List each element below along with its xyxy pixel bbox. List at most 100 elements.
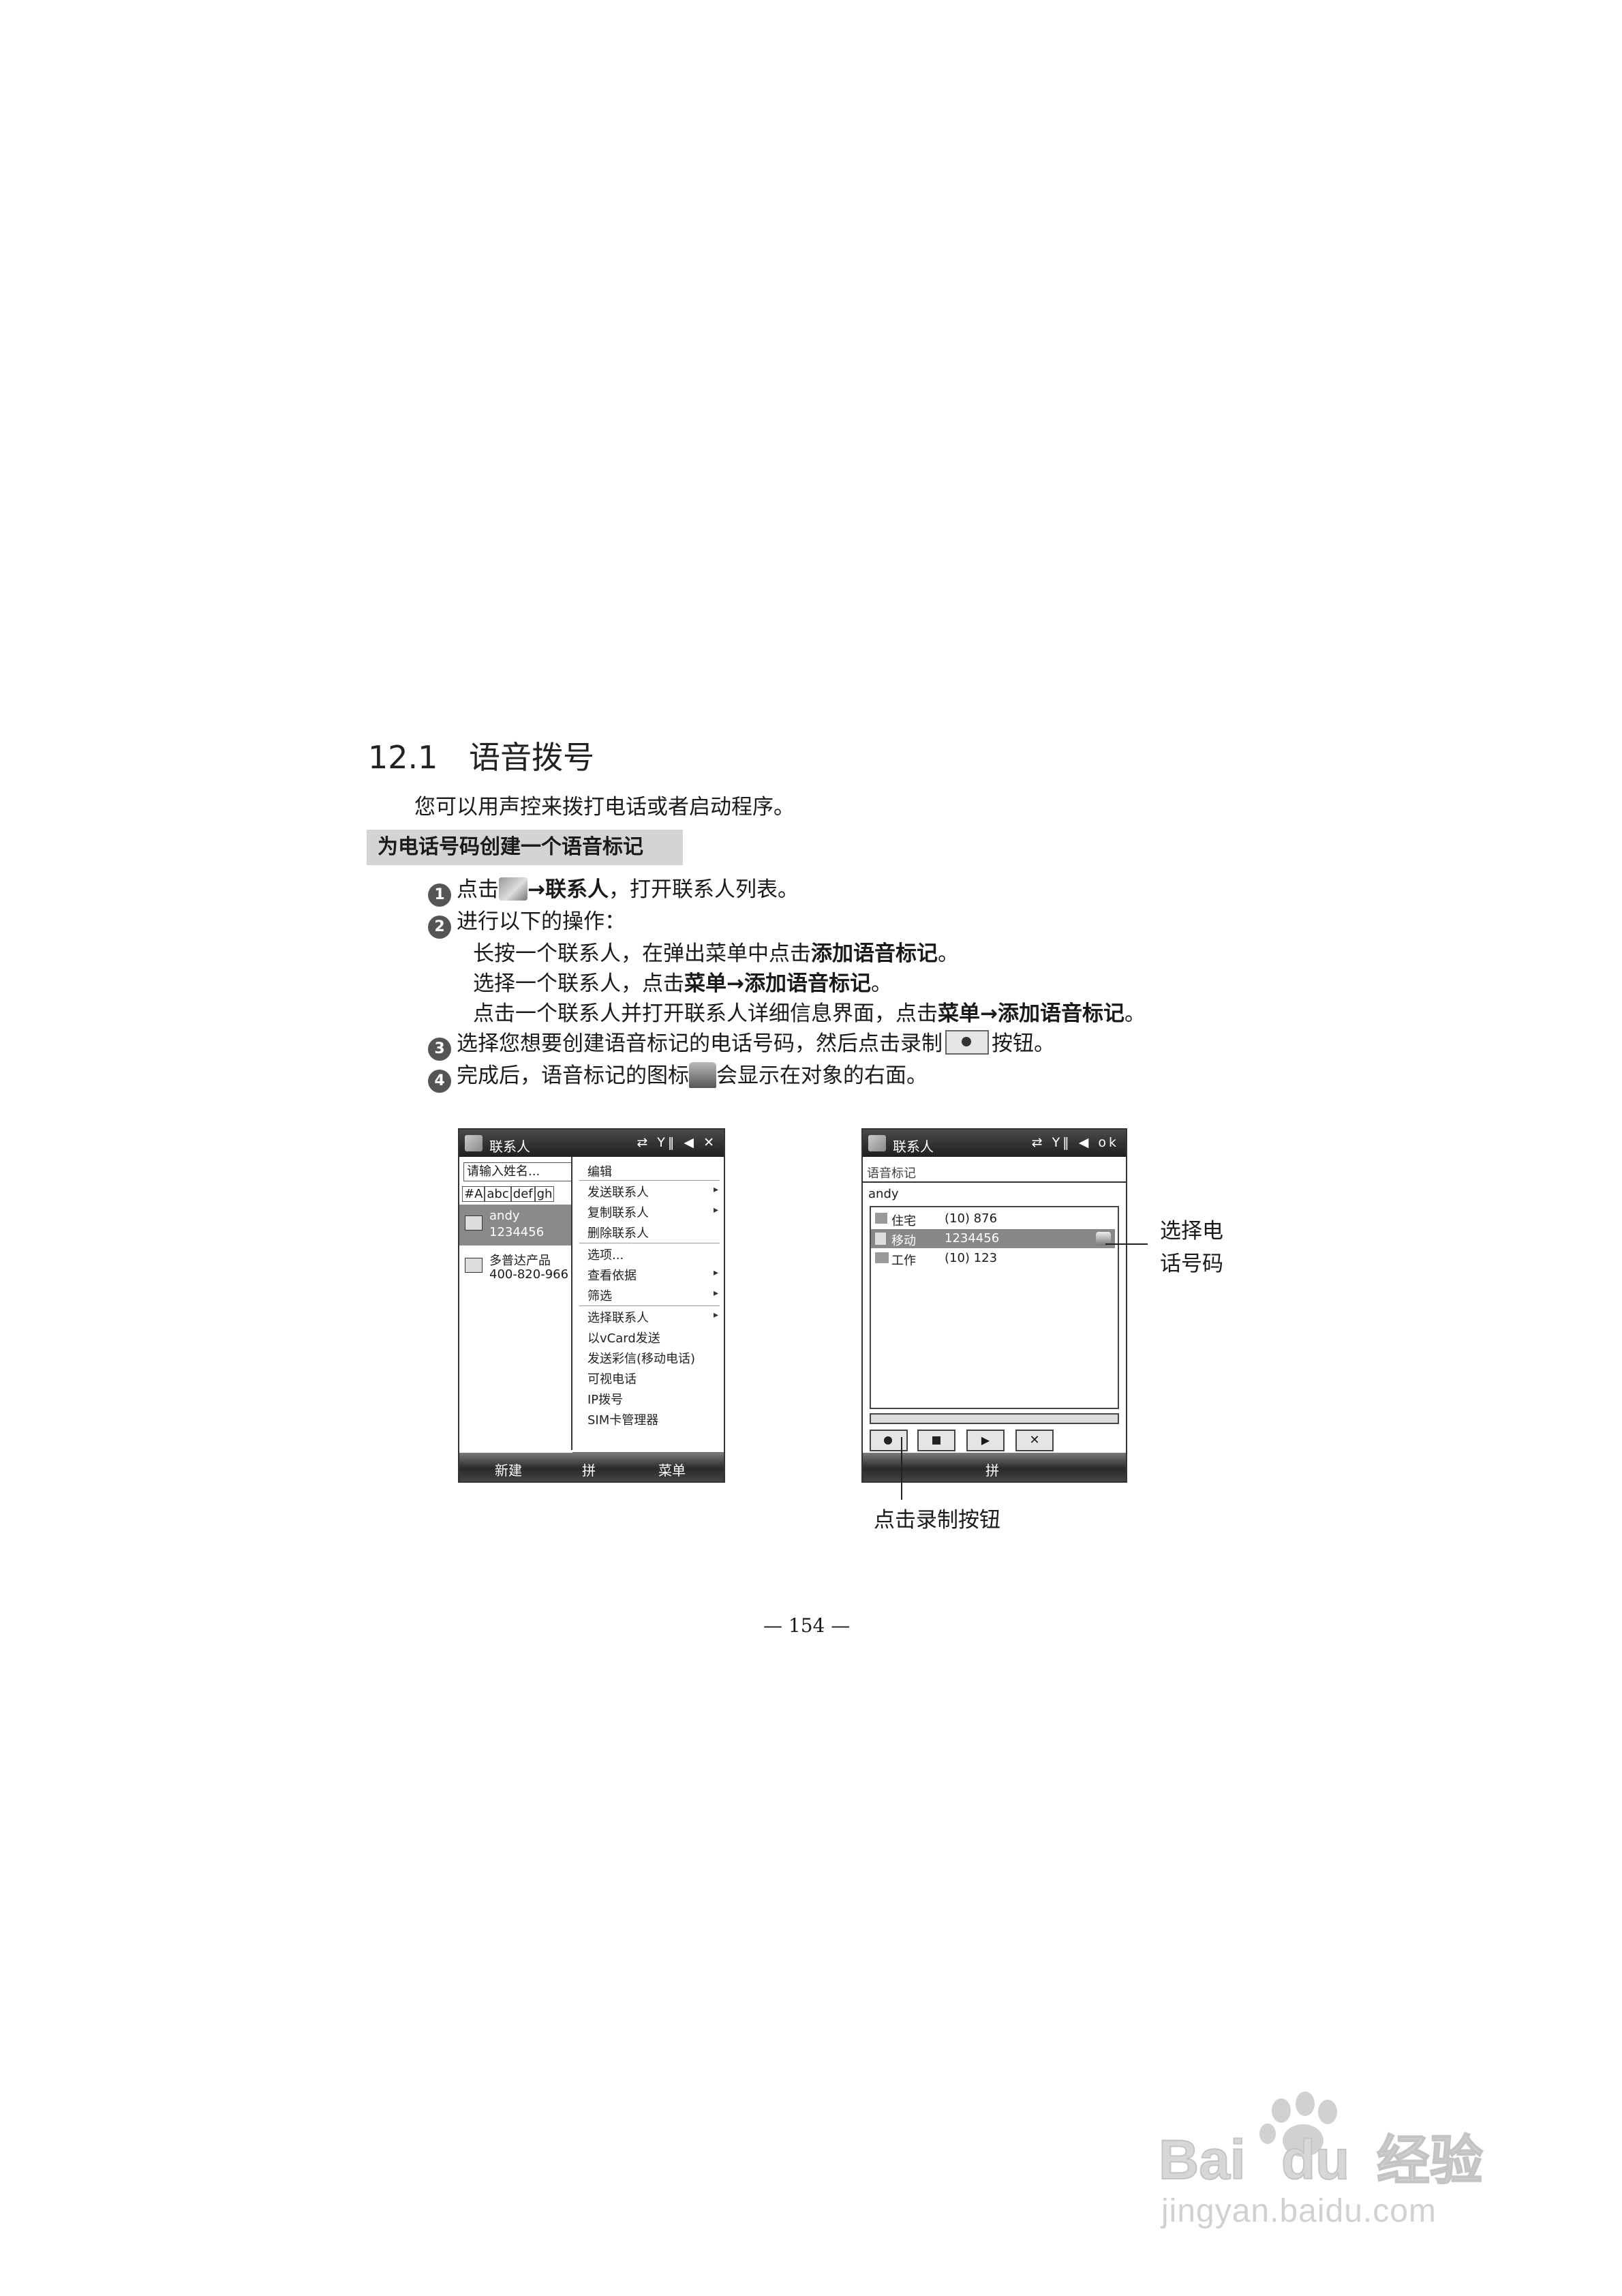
subsection-tag: 为电话号码创建一个语音标记 (367, 830, 683, 865)
step-2: 2 进行以下的操作： (428, 907, 1146, 939)
menu-item[interactable]: 可视电话 (587, 1370, 637, 1387)
menu-item[interactable]: 筛选 (587, 1286, 612, 1304)
softkey-input[interactable]: 拼 (985, 1460, 999, 1479)
page-number: — 154 — (763, 1614, 851, 1637)
callout-record: 点击录制按钮 (874, 1508, 1000, 1532)
step-text: 按钮。 (992, 1031, 1055, 1056)
number-value: 1234456 (945, 1231, 1000, 1245)
menu-item[interactable]: SIM卡管理器 (587, 1410, 658, 1428)
callout-text: 话号码 (1160, 1252, 1223, 1276)
search-input[interactable]: 请输入姓名... (463, 1162, 577, 1181)
menu-item[interactable]: IP拨号 (587, 1390, 623, 1408)
step-text: ，打开联系人列表。 (608, 877, 799, 902)
step-4: 4 完成后，语音标记的图标 会显示在对象的右面。 (428, 1061, 1146, 1093)
step-text: 进行以下的操作： (457, 909, 626, 934)
submenu-arrow-icon: ▸ (713, 1205, 718, 1215)
number-row[interactable]: 工作 (10) 123 (874, 1250, 1112, 1268)
play-button[interactable]: ▶ (966, 1430, 1005, 1451)
voice-tag-icon (689, 1062, 716, 1088)
step-3: 3 选择您想要创建语音标记的电话号码，然后点击录制 按钮。 (428, 1029, 1146, 1061)
record-icon (884, 1436, 892, 1445)
window-title: 联系人 (893, 1138, 934, 1155)
menu-item[interactable]: 选项... (587, 1245, 624, 1263)
contact-number: 1234456 (489, 1225, 545, 1239)
step-text: 点击 (457, 877, 499, 902)
windows-logo-icon (868, 1135, 886, 1151)
title-bar: 联系人 ⇄ Y‖ ◀ ok (863, 1130, 1126, 1157)
svg-text:du: du (1281, 2129, 1349, 2191)
softkey-new[interactable]: 新建 (495, 1460, 522, 1479)
step-2b: 选择一个联系人，点击菜单→添加语音标记。 (428, 969, 1146, 999)
delete-button[interactable]: ✕ (1015, 1430, 1054, 1451)
submenu-arrow-icon: ▸ (713, 1310, 718, 1320)
step-bold: 添加语音标记 (811, 941, 938, 966)
softkey-menu[interactable]: 菜单 (658, 1460, 686, 1479)
contact-row-selected[interactable]: andy 1234456 (459, 1205, 571, 1245)
subtitle-divider (863, 1181, 1126, 1183)
window-title: 联系人 (489, 1138, 530, 1155)
intro-paragraph: 您可以用声控来拨打电话或者启动程序。 (414, 795, 795, 819)
play-icon: ▶ (981, 1434, 990, 1447)
contact-card-icon (465, 1258, 483, 1273)
callout-line (901, 1437, 902, 1500)
soft-key-bar: 新建 拼 菜单 (459, 1453, 724, 1481)
contact-name: 多普达产品 (489, 1254, 551, 1268)
menu-item[interactable]: 复制联系人 (587, 1203, 649, 1221)
title-bar: 联系人 ⇄ Y‖ ◀ ✕ (459, 1130, 724, 1157)
home-icon (875, 1213, 887, 1224)
tab-letter[interactable]: abc (485, 1186, 511, 1202)
callout-text: 选择电 (1160, 1219, 1223, 1243)
contact-name: andy (868, 1187, 899, 1201)
step-bold: 联系人 (545, 877, 609, 902)
section-title: 语音拨号 (469, 739, 594, 776)
menu-item[interactable]: 编辑 (587, 1162, 612, 1180)
step-text: 。 (870, 971, 892, 996)
tab-letter[interactable]: def (510, 1186, 535, 1202)
number-row[interactable]: 住宅 (10) 876 (874, 1210, 1112, 1228)
contacts-screenshot: 联系人 ⇄ Y‖ ◀ ✕ 请输入姓名... #A abc def gh andy 12… (458, 1128, 725, 1483)
menu-item[interactable]: 查看依据 (587, 1266, 637, 1284)
svg-text:经验: 经验 (1377, 2130, 1483, 2192)
menu-item[interactable]: 发送联系人 (587, 1183, 649, 1200)
menu-item-add-voice-tag[interactable]: 添加语音标记... (587, 1431, 673, 1449)
submenu-arrow-icon: ▸ (713, 1288, 718, 1299)
step-bold: 添加语音标记 (997, 1001, 1124, 1026)
step-text: 会显示在对象的右面。 (716, 1063, 928, 1088)
step-bold: 菜单 (938, 1001, 980, 1026)
step-bold: 添加语音标记 (744, 971, 871, 996)
menu-item[interactable]: 以vCard发送 (587, 1329, 660, 1346)
windows-logo-icon (465, 1135, 483, 1151)
menu-divider (579, 1180, 720, 1181)
menu-item[interactable]: 删除联系人 (587, 1224, 649, 1241)
screen-subtitle: 语音标记 (867, 1166, 916, 1181)
step-badge: 2 (428, 916, 451, 939)
contact-row[interactable]: 多普达产品 400-820-966 (459, 1248, 571, 1286)
tab-letter[interactable]: #A (462, 1186, 485, 1202)
step-badge: 1 (428, 883, 451, 907)
callout-line (1105, 1243, 1148, 1245)
step-text: 选择一个联系人，点击 (473, 971, 684, 996)
stop-icon (932, 1436, 940, 1445)
step-bold: 菜单 (684, 971, 726, 996)
menu-item[interactable]: 发送彩信(移动电话) (587, 1349, 695, 1367)
menu-divider (579, 1305, 720, 1306)
letter-tabs: #A abc def gh (462, 1186, 574, 1203)
status-icons: ⇄ Y‖ ◀ ok (1031, 1135, 1119, 1150)
svg-text:Bai: Bai (1159, 2129, 1246, 2191)
contact-number: 400-820-966 (489, 1267, 569, 1282)
close-icon: ✕ (1029, 1433, 1040, 1447)
number-label: 移动 (891, 1234, 916, 1248)
step-text: 。 (1124, 1001, 1146, 1026)
menu-item[interactable]: 选择联系人 (587, 1308, 649, 1326)
number-row-selected[interactable]: 移动 1234456 (871, 1229, 1115, 1248)
status-icons: ⇄ Y‖ ◀ ✕ (637, 1135, 717, 1150)
softkey-input[interactable]: 拼 (582, 1460, 596, 1479)
arrow: → (527, 877, 545, 902)
section-number: 12.1 (368, 739, 438, 776)
arrow: → (980, 1001, 998, 1026)
tab-letter[interactable]: gh (534, 1186, 555, 1202)
contact-card-icon (465, 1215, 483, 1230)
number-label: 工作 (891, 1254, 916, 1268)
callout-select-number: 选择电 话号码 (1160, 1215, 1223, 1280)
stop-button[interactable] (917, 1430, 955, 1451)
